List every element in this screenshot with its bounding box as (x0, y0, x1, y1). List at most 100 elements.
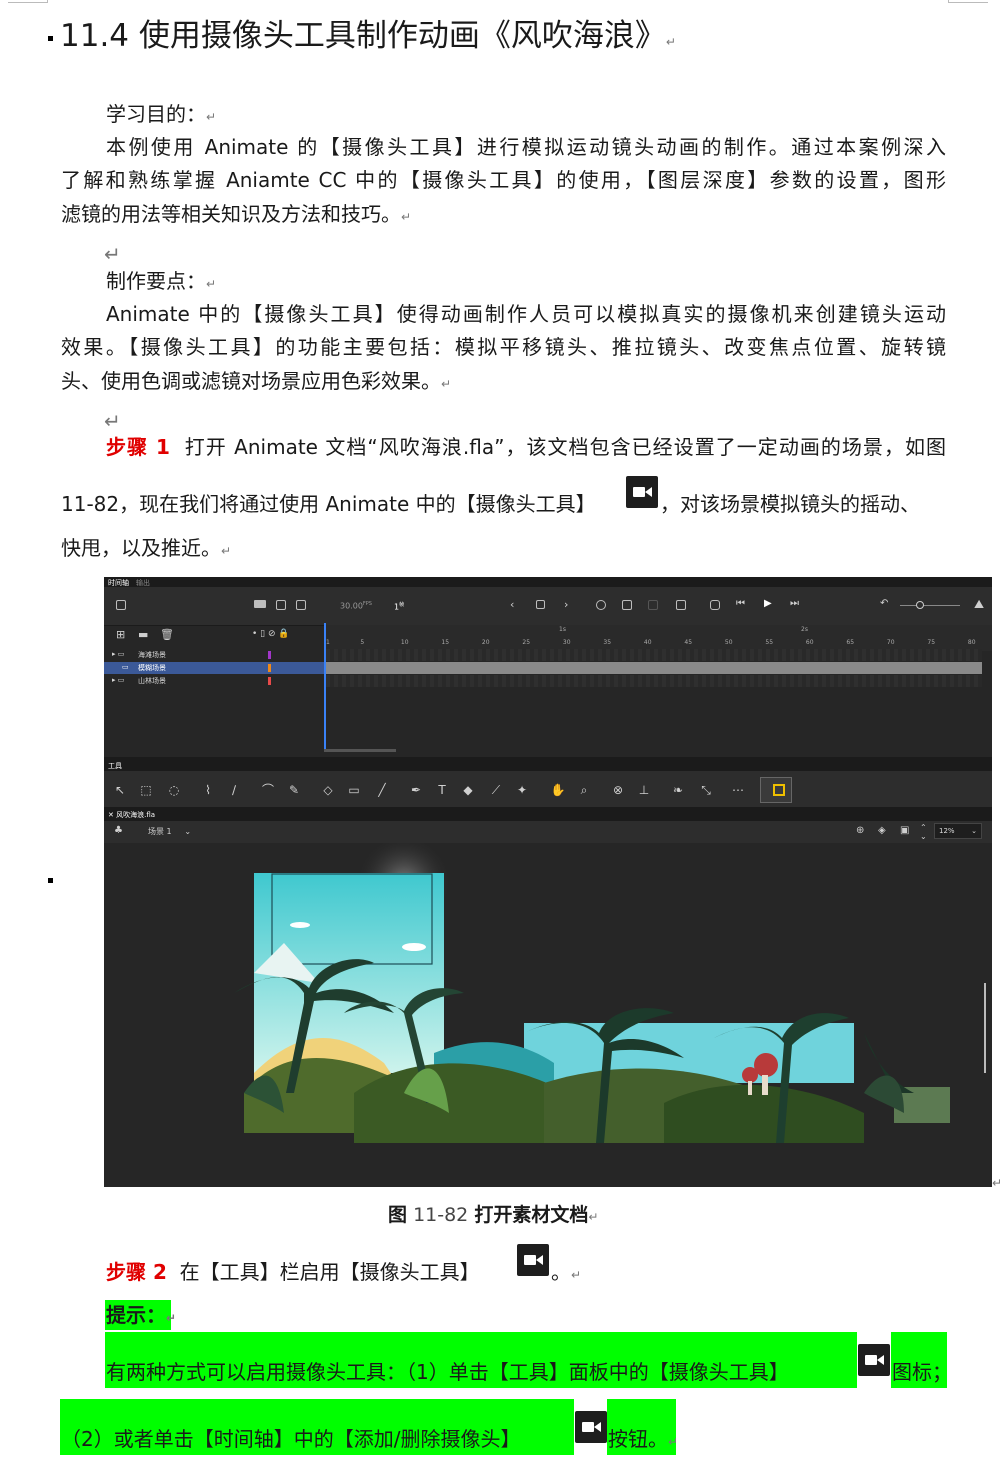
step2-line: 步骤 2 在【工具】栏启用【摄像头工具】 (106, 1260, 480, 1284)
scene-selector[interactable]: 场景 1 ⌄ (148, 826, 191, 837)
lasso-tool-icon[interactable]: ◌ (166, 782, 182, 798)
graph-icon[interactable] (296, 600, 306, 610)
stage-center-icon[interactable]: ⊕ (856, 825, 864, 836)
objective-line: 了解和熟练掌握 Aniamte CC 中的【摄像头工具】的使用，【图层深度】参数… (61, 168, 946, 192)
step1-line: 11-82，现在我们将通过使用 Animate 中的【摄像头工具】 (61, 492, 596, 516)
camera-tool-icon (575, 1411, 607, 1443)
second-marker: 2s (801, 626, 808, 633)
section-heading: 11.4 使用摄像头工具制作动画《风吹海浪》↵ (60, 18, 676, 54)
asset-warp-icon[interactable]: ❧ (670, 782, 686, 798)
parent-icon[interactable] (276, 600, 286, 610)
tip-line: 有两种方式可以启用摄像头工具：（1）单击【工具】面板中的【摄像头工具】 (106, 1360, 789, 1384)
paint-bucket-icon[interactable]: ◆ (460, 782, 476, 798)
fluid-brush-icon[interactable]: ⌒ (260, 782, 276, 798)
new-folder-icon[interactable]: ▬ (138, 628, 148, 641)
bind-icon[interactable]: ⤡ (698, 782, 714, 798)
rectangle-icon[interactable]: ▭ (346, 782, 362, 798)
line-icon[interactable]: ╱ (374, 782, 390, 798)
layer-frames-track[interactable] (326, 649, 982, 661)
zoom-slider[interactable] (900, 605, 960, 606)
layer-row[interactable]: ▸ ▭ 海滩场景 (104, 649, 324, 661)
rewind-icon[interactable]: ⏮ (736, 598, 745, 609)
fps-readout[interactable]: 30.00FPS (340, 601, 372, 611)
list-bullet (48, 36, 53, 41)
layer-frames-track[interactable] (326, 675, 982, 687)
ruler-tick-label: 75 (927, 639, 936, 646)
step1-line: ，对该场景模拟镜头的摇动、 (660, 492, 920, 516)
figure-caption: 图 11-82 打开素材文档↵ (388, 1204, 599, 1226)
more-tools-icon[interactable]: ⋯ (730, 782, 746, 798)
onion-outline-icon[interactable] (622, 600, 632, 610)
selection-tool-icon[interactable]: ↖ (112, 782, 128, 798)
layer-visibility-header[interactable]: • ▯ ⊘ 🔒 (252, 629, 290, 639)
brush-icon[interactable]: ∕ (226, 782, 242, 798)
zoom-in-icon[interactable]: ⛰ (974, 597, 984, 612)
eraser-icon[interactable]: ◇ (320, 782, 336, 798)
ruler-tick-label: 80 (967, 639, 976, 646)
ruler-tick-label: 30 (562, 639, 571, 646)
zoom-tool-icon[interactable]: ⌕ (576, 782, 592, 798)
ruler-tick-label: 55 (765, 639, 774, 646)
layers-icon[interactable] (116, 600, 126, 610)
ruler-tick-label: 10 (400, 639, 409, 646)
text-tool-icon[interactable]: T (434, 782, 450, 798)
pin-icon[interactable]: ✦ (514, 782, 530, 798)
page-corner-mark (8, 0, 48, 3)
hand-tool-icon[interactable]: ✋ (550, 782, 566, 798)
scene-icon[interactable]: ♣ (114, 825, 123, 836)
ruler-tick-label: 5 (360, 639, 365, 646)
points-line: Animate 中的【摄像头工具】使得动画制作人员可以模拟真实的摄像机来创建镜头… (106, 302, 946, 326)
layer-frames-track[interactable] (326, 662, 982, 674)
pencil-icon[interactable]: ✎ (286, 782, 302, 798)
ruler-tick-label: 60 (805, 639, 814, 646)
camera-icon[interactable] (254, 600, 266, 608)
paint-brush-icon[interactable]: ⌇ (200, 782, 216, 798)
ruler-tick-label: 40 (643, 639, 652, 646)
ruler-tick-label: 25 (522, 639, 531, 646)
zoom-field[interactable]: 12% ⌄ (934, 823, 982, 839)
forward-icon[interactable]: ⏭ (790, 598, 799, 609)
playhead[interactable] (324, 623, 326, 749)
next-frame-icon[interactable]: › (564, 598, 568, 611)
delete-layer-icon[interactable]: 🗑 (160, 628, 174, 641)
ruler-tick-label: 70 (886, 639, 895, 646)
stage-scrollbar[interactable] (984, 983, 986, 1073)
loop-icon[interactable] (710, 600, 720, 610)
tip-line: 图标； (892, 1360, 952, 1384)
subselect-tool-icon[interactable]: ⬚ (138, 782, 154, 798)
rotate-3d-icon[interactable]: ⊗ (610, 782, 626, 798)
eyedropper-icon[interactable]: ⟋ (488, 782, 504, 798)
edit-multiple-icon[interactable] (648, 600, 658, 610)
timeline-scrollbar[interactable] (324, 749, 396, 752)
fit-stage-icon[interactable]: ▣ (900, 825, 909, 836)
tools-panel-label: 工具 (108, 762, 122, 770)
tip-line: 按钮。↵ (608, 1427, 679, 1451)
second-marker: 1s (559, 626, 566, 633)
objective-line: 本例使用 Animate 的【摄像头工具】进行模拟运动镜头动画的制作。通过本案例… (106, 135, 946, 159)
insert-frame-icon[interactable] (676, 600, 686, 610)
frame-ruler[interactable] (324, 625, 992, 651)
zoom-slider-handle[interactable] (916, 601, 924, 609)
stage-area[interactable] (104, 843, 992, 1187)
list-bullet (48, 878, 53, 883)
bone-icon[interactable]: ⊥ (636, 782, 652, 798)
new-layer-icon[interactable]: ⊞ (116, 628, 125, 641)
play-icon[interactable]: ▶ (764, 598, 772, 609)
clip-icon[interactable]: ◈ (878, 825, 886, 836)
layer-color-swatch (268, 677, 271, 685)
zoom-stepper[interactable]: ⌃ ⌄ (920, 823, 927, 841)
pen-icon[interactable]: ✒ (408, 782, 424, 798)
paragraph-mark: ↵ (992, 1176, 1003, 1190)
keyframe-icon[interactable] (536, 600, 545, 609)
onion-skin-icon[interactable] (596, 600, 606, 610)
prev-frame-icon[interactable]: ‹ (510, 598, 514, 611)
frame-readout[interactable]: 1帧 (394, 601, 404, 612)
document-tab[interactable]: ✕ 风吹海浪.fla (108, 810, 155, 820)
step1-line: 步骤 1 打开 Animate 文档“风吹海浪.fla”，该文档包含已经设置了一… (106, 435, 946, 459)
undo-icon[interactable]: ↶ (880, 598, 888, 609)
camera-tool-selected[interactable] (760, 777, 792, 803)
layer-row[interactable]: ▭ 模糊场景 (104, 662, 324, 674)
tip-line: （2）或者单击【时间轴】中的【添加/删除摄像头】 (61, 1427, 521, 1451)
layer-row[interactable]: ▸ ▭ 山林场景 (104, 675, 324, 687)
objective-line: 滤镜的用法等相关知识及方法和技巧。↵ (61, 202, 412, 226)
